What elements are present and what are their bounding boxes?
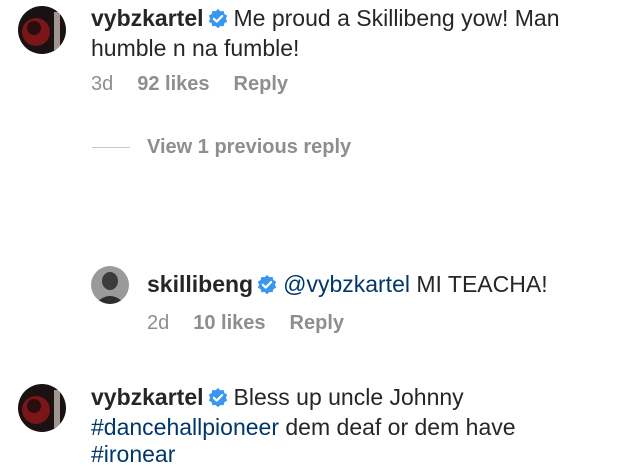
hashtag-link[interactable]: #ironear bbox=[91, 441, 175, 467]
reply-text: skillibeng @vybzkartel MI TEACHA! bbox=[147, 271, 607, 301]
view-previous-replies[interactable]: View 1 previous reply bbox=[92, 134, 351, 160]
avatar[interactable] bbox=[91, 266, 129, 304]
verified-badge-icon bbox=[208, 387, 228, 414]
comment-body-part1: Bless up uncle Johnny bbox=[233, 384, 464, 410]
reply-button[interactable]: Reply bbox=[290, 312, 344, 334]
reply-body: MI TEACHA! bbox=[409, 271, 548, 297]
likes-count[interactable]: 92 likes bbox=[137, 73, 209, 95]
comment-text: vybzkartel Bless up uncle Johnny #dancehal… bbox=[91, 384, 601, 468]
verified-badge-icon bbox=[257, 274, 277, 301]
avatar[interactable] bbox=[18, 6, 66, 54]
username[interactable]: vybzkartel bbox=[91, 5, 204, 31]
comment-body-part2: dem deaf or dem have bbox=[279, 414, 516, 440]
view-replies-label[interactable]: View 1 previous reply bbox=[147, 136, 351, 159]
timestamp: 2d bbox=[147, 312, 170, 334]
reply-button[interactable]: Reply bbox=[234, 73, 288, 95]
avatar[interactable] bbox=[18, 384, 66, 432]
username[interactable]: vybzkartel bbox=[91, 384, 204, 410]
divider-line bbox=[92, 146, 130, 148]
comment-meta: 3d 92 likes Reply bbox=[91, 72, 312, 96]
hashtag-link[interactable]: #dancehallpioneer bbox=[91, 414, 279, 440]
likes-count[interactable]: 10 likes bbox=[193, 312, 265, 334]
comment-text: vybzkartel Me proud a Skillibeng yow! Man… bbox=[91, 5, 601, 62]
username[interactable]: skillibeng bbox=[147, 271, 253, 297]
timestamp: 3d bbox=[91, 73, 114, 95]
verified-badge-icon bbox=[208, 8, 228, 35]
reply-meta: 2d 10 likes Reply bbox=[147, 311, 368, 335]
comment-body-line1: Me proud a Skillibeng yow! Man bbox=[233, 5, 560, 31]
mention-link[interactable]: @vybzkartel bbox=[283, 271, 410, 297]
comment-body-line2: humble n na fumble! bbox=[91, 35, 300, 61]
